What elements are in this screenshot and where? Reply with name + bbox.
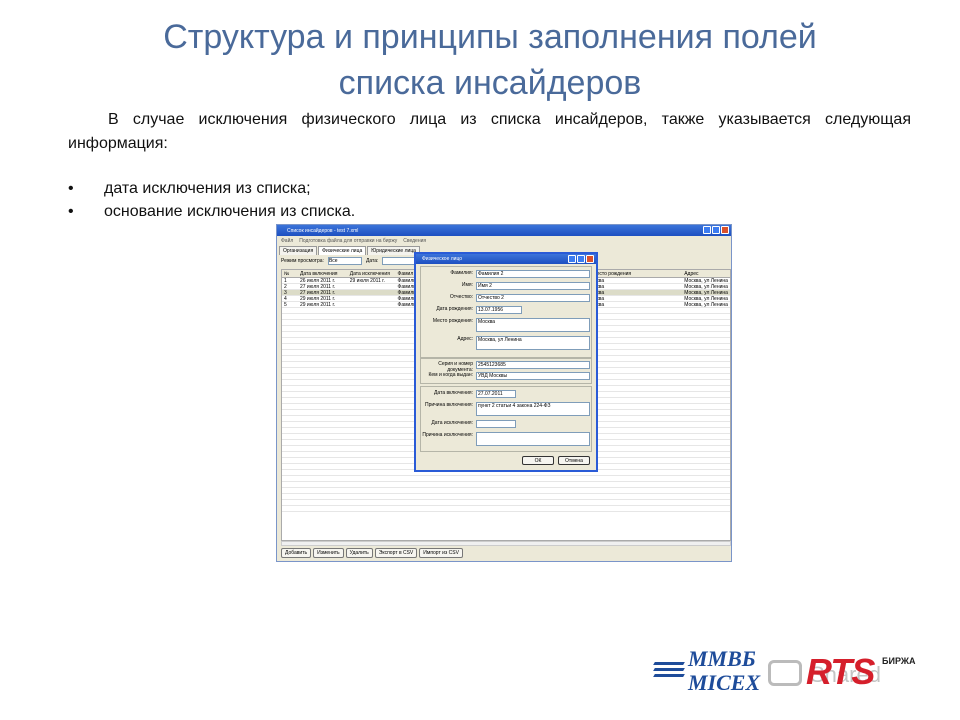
birthdate-row: Дата рождения: 13.07.1956 <box>416 306 596 314</box>
name-row: Имя: Имя 2 <box>416 282 596 290</box>
window-title: Список инсайдеров - test 7.xml <box>287 227 359 234</box>
issued-label: Кем и когда выдан: <box>428 372 473 378</box>
export-csv-button[interactable]: Экспорт в CSV <box>374 548 418 558</box>
micex-logo-text: MICEX <box>688 670 761 695</box>
address-label: Адрес: <box>457 336 473 342</box>
issued-row: Кем и когда выдан: УВД Москвы <box>416 372 596 380</box>
menu-bar: Файл Подготовка файла для отправки на би… <box>277 236 731 245</box>
empty-row <box>282 506 730 512</box>
name-field[interactable]: Имя 2 <box>476 282 590 290</box>
excl-date-row: Дата исключения: <box>416 420 596 428</box>
person-dialog: Физическое лицо Фамилия: Фамилия 2 Имя: … <box>414 252 598 472</box>
tab-organization[interactable]: Организация <box>279 246 318 255</box>
add-button[interactable]: Добавить <box>281 548 312 558</box>
incl-date-label: Дата включения: <box>434 390 473 396</box>
intro-paragraph: В случае исключения физического лица из … <box>68 111 911 152</box>
incl-reason-row: Причина включения: пункт 2 статьи 4 зако… <box>416 402 596 416</box>
column-header[interactable]: Дата включения <box>298 271 348 277</box>
cell: 29 июля 2011 г. <box>349 277 385 284</box>
excl-reason-row: Причина исключения: <box>416 432 596 446</box>
title-line-2: списка инсайдеров <box>338 64 642 102</box>
bullet-item: дата исключения из списка; <box>68 177 668 200</box>
birthdate-field[interactable]: 13.07.1956 <box>476 306 522 314</box>
incl-reason-field[interactable]: пункт 2 статьи 4 закона 224-ФЗ <box>476 402 590 416</box>
patronymic-row: Отчество: Отчество 2 <box>416 294 596 302</box>
surname-field[interactable]: Фамилия 2 <box>476 270 590 278</box>
incl-reason-label: Причина включения: <box>425 402 473 408</box>
window-titlebar: Список инсайдеров - test 7.xml <box>277 225 731 236</box>
address-row: Адрес: Москва, ул Ленина <box>416 336 596 350</box>
ok-button[interactable]: ОК <box>522 456 554 465</box>
excl-reason-label: Причина исключения: <box>422 432 473 438</box>
patronymic-label: Отчество: <box>449 294 473 300</box>
view-mode-label: Режим просмотра: <box>281 258 324 264</box>
close-icon[interactable] <box>586 255 594 263</box>
address-field[interactable]: Москва, ул Ленина <box>476 336 590 350</box>
bullet-list: дата исключения из списка; основание иск… <box>68 177 668 223</box>
tab-legal-entities[interactable]: Юридические лица <box>367 246 420 255</box>
minimize-icon[interactable] <box>568 255 576 263</box>
rts-logo: RTS <box>806 651 875 692</box>
rts-birzha-text: БИРЖА <box>882 656 916 666</box>
column-header[interactable]: Адрес <box>682 271 730 277</box>
column-header[interactable]: Дата исключения <box>348 271 396 277</box>
cell: Москва, ул Ленина <box>684 301 728 308</box>
column-header[interactable]: есто рождения <box>595 271 683 277</box>
myshared-watermark-icon <box>768 660 802 686</box>
view-mode-select[interactable]: Все <box>327 257 362 265</box>
name-label: Имя: <box>461 282 473 288</box>
incl-date-row: Дата включения: 27.07.2011 <box>416 390 596 398</box>
date-label: Дата: <box>365 258 379 264</box>
menu-item-info[interactable]: Сведения <box>403 238 426 244</box>
surname-row: Фамилия: Фамилия 2 <box>416 270 596 278</box>
maximize-icon[interactable] <box>577 255 585 263</box>
dialog-titlebar: Физическое лицо <box>416 254 596 264</box>
dialog-title: Физическое лицо <box>422 256 463 262</box>
mmvb-logo-text: ММВБ <box>688 646 756 671</box>
patronymic-field[interactable]: Отчество 2 <box>476 294 590 302</box>
menu-item-file[interactable]: Файл <box>281 238 293 244</box>
horizontal-scrollbar[interactable] <box>281 541 731 546</box>
excl-date-label: Дата исключения: <box>431 420 473 426</box>
tab-individuals[interactable]: Физические лица <box>318 246 367 255</box>
birthplace-label: Место рождения: <box>432 318 473 324</box>
cancel-button[interactable]: Отмена <box>558 456 590 465</box>
slide-title: Структура и принципы заполнения полей сп… <box>60 14 920 106</box>
maximize-icon[interactable] <box>712 226 720 234</box>
issued-field[interactable]: УВД Москвы <box>476 372 590 380</box>
excl-date-field[interactable] <box>476 420 516 428</box>
incl-date-field[interactable]: 27.07.2011 <box>476 390 516 398</box>
edit-button[interactable]: Изменить <box>313 548 344 558</box>
cell: ква <box>596 301 605 308</box>
doc-field[interactable]: 2545123685 <box>476 361 590 369</box>
minimize-icon[interactable] <box>703 226 711 234</box>
birthdate-label: Дата рождения: <box>436 306 473 312</box>
import-csv-button[interactable]: Импорт из CSV <box>419 548 463 558</box>
delete-button[interactable]: Удалить <box>345 548 373 558</box>
birthplace-row: Место рождения: Москва <box>416 318 596 332</box>
cell: 29 июля 2011 г. <box>299 301 336 308</box>
column-header[interactable]: № <box>282 271 298 277</box>
bullet-item: основание исключения из списка. <box>68 200 668 223</box>
close-icon[interactable] <box>721 226 729 234</box>
excl-reason-field[interactable] <box>476 432 590 446</box>
cell: 5 <box>284 301 287 308</box>
date-select[interactable] <box>382 257 417 265</box>
surname-label: Фамилия: <box>450 270 473 276</box>
action-buttons: Добавить Изменить Удалить Экспорт в CSV … <box>281 548 463 558</box>
mmvb-micex-logo: ММВБ MICEX <box>652 648 764 696</box>
title-line-1: Структура и принципы заполнения полей <box>163 18 817 56</box>
birthplace-field[interactable]: Москва <box>476 318 590 332</box>
menu-item-prepare[interactable]: Подготовка файла для отправки на биржу <box>299 238 397 244</box>
